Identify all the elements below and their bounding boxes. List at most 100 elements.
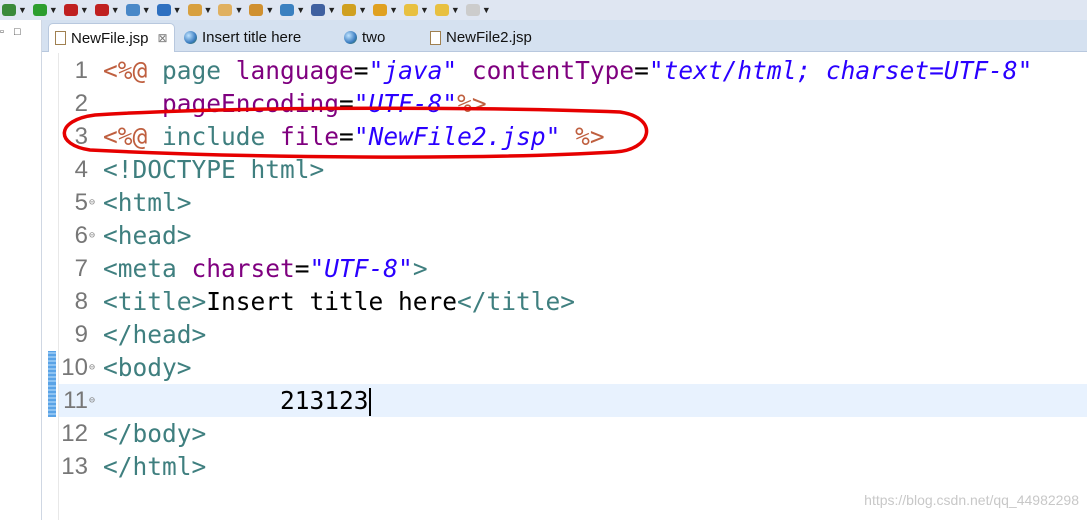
left-panel: ▫ □ [0,20,42,520]
run-config-button[interactable]: ▼ [63,4,89,16]
token-tag: > [412,254,428,283]
tab-newfile-jsp[interactable]: NewFile.jsp ⊠ [48,23,175,52]
dropdown-arrow-icon[interactable]: ▼ [111,5,120,15]
globe-button[interactable]: ▼ [280,4,305,16]
token-val: "UTF-8" [353,89,458,118]
code-text: <body> [103,351,192,384]
run-button[interactable]: ▼ [32,4,58,16]
tab-insert-title-here[interactable]: Insert title here [178,23,307,52]
jsp-file-icon [55,31,66,45]
line-number: 5 [74,189,88,216]
minimize-icon[interactable]: ▫ [0,26,4,38]
code-text: <head> [103,219,192,252]
text-caret [368,388,371,416]
dropdown-arrow-icon[interactable]: ▼ [451,5,460,15]
code-line[interactable]: 3 <%@ include file="NewFile2.jsp" %> [58,120,1087,153]
spring-button[interactable]: ▼ [156,4,182,16]
fold-toggle-icon[interactable]: ⊖ [89,186,95,219]
code-line[interactable]: 6 ⊖ <head> [58,219,1087,252]
open-folder-button[interactable]: ▼ [187,4,213,16]
token-val: "java" [368,56,458,85]
editor-tab-bar: NewFile.jsp ⊠ Insert title here two NewFile2… [42,20,1087,52]
tab-newfile2-jsp[interactable]: NewFile2.jsp [424,23,538,52]
token-dir: %> [457,89,487,118]
token-dir: %> [575,122,605,151]
code-line[interactable]: 12 </body> [58,417,1087,450]
token-tag: <html> [103,188,192,217]
code-line[interactable]: 7 <meta charset="UTF-8"> [58,252,1087,285]
code-text: <!DOCTYPE html> [103,153,324,186]
token-kw: page [162,56,236,85]
dropdown-arrow-icon[interactable]: ▼ [482,5,491,15]
dropdown-arrow-icon[interactable]: ▼ [204,5,213,15]
token-val: "UTF-8" [309,254,413,283]
dropdown-arrow-icon[interactable]: ▼ [296,5,305,15]
code-line[interactable]: 4 <!DOCTYPE html> [58,153,1087,186]
forward-button[interactable]: ▼ [434,4,460,16]
line-number: 3 [74,123,88,150]
brush-button[interactable]: ▼ [249,4,274,16]
forward-icon [434,4,449,16]
token-attr: pageEncoding [162,89,340,118]
code-line[interactable]: 11 ⊖ 213123 [48,384,1087,417]
fold-toggle-icon[interactable]: ⊖ [89,351,95,384]
token-txt: 213123 [103,386,369,415]
code-line[interactable]: 13 </html> [58,450,1087,483]
code-text: pageEncoding="UTF-8"%> [103,87,487,120]
dropdown-arrow-icon[interactable]: ▼ [80,5,89,15]
code-editor[interactable]: 1 <%@ page language="java" contentType="t… [48,53,1087,520]
annotation-button[interactable]: ▼ [342,4,367,16]
code-line[interactable]: 2 pageEncoding="UTF-8"%> [58,87,1087,120]
fold-toggle-icon[interactable]: ⊖ [89,219,95,252]
code-text: <%@ include file="NewFile2.jsp" %> [103,120,605,153]
back-button[interactable]: ▼ [403,4,429,16]
dropdown-arrow-icon[interactable]: ▼ [327,5,336,15]
fold-toggle-icon[interactable]: ⊖ [89,384,95,417]
code-line[interactable]: 5 ⊖ <html> [58,186,1087,219]
token-tag: <title> [103,287,207,316]
code-line[interactable]: 10 ⊖ <body> [48,351,1087,384]
stop-server-button[interactable]: ▼ [94,4,120,16]
up-arrow-button[interactable]: ▼ [373,4,398,16]
code-line[interactable]: 8 <title>Insert title here</title> [58,285,1087,318]
search-button[interactable]: ▼ [311,4,336,16]
dropdown-arrow-icon[interactable]: ▼ [420,5,429,15]
code-text: <meta charset="UTF-8"> [103,252,428,285]
tab-two[interactable]: two [338,23,391,52]
code-line[interactable]: 9 </head> [58,318,1087,351]
dropdown-arrow-icon[interactable]: ▼ [49,5,58,15]
dropdown-arrow-icon[interactable]: ▼ [265,5,274,15]
line-number: 9 [74,321,88,348]
token-txt: = [634,56,649,85]
stop-server-icon [94,4,109,16]
run-icon [32,4,47,16]
code-text: </body> [103,417,206,450]
dropdown-arrow-icon[interactable]: ▼ [389,5,398,15]
token-txt: Insert title here [206,287,458,316]
web-browser-button[interactable]: ▼ [125,4,151,16]
token-tag: <head> [103,221,192,250]
dropdown-arrow-icon[interactable]: ▼ [234,5,243,15]
code-line[interactable]: 1 <%@ page language="java" contentType="t… [58,54,1087,87]
change-marker [48,351,56,384]
close-icon[interactable]: ⊠ [158,31,168,45]
line-number: 1 [74,57,88,84]
open-file-button[interactable]: ▼ [218,4,243,16]
token-tag: </html> [103,452,207,481]
dropdown-arrow-icon[interactable]: ▼ [173,5,182,15]
debug-button[interactable]: ▼ [2,4,27,16]
open-folder-icon [187,4,202,16]
token-txt: = [353,56,369,85]
up-arrow-icon [373,4,388,16]
line-number: 10 [61,354,88,381]
next-button[interactable]: ▼ [465,4,491,16]
search-icon [311,4,326,16]
web-browser-icon [125,4,140,16]
token-attr: contentType [471,56,635,85]
dropdown-arrow-icon[interactable]: ▼ [358,5,367,15]
maximize-icon[interactable]: □ [14,26,21,38]
dropdown-arrow-icon[interactable]: ▼ [18,5,27,15]
line-number: 11 [63,387,88,414]
dropdown-arrow-icon[interactable]: ▼ [142,5,151,15]
